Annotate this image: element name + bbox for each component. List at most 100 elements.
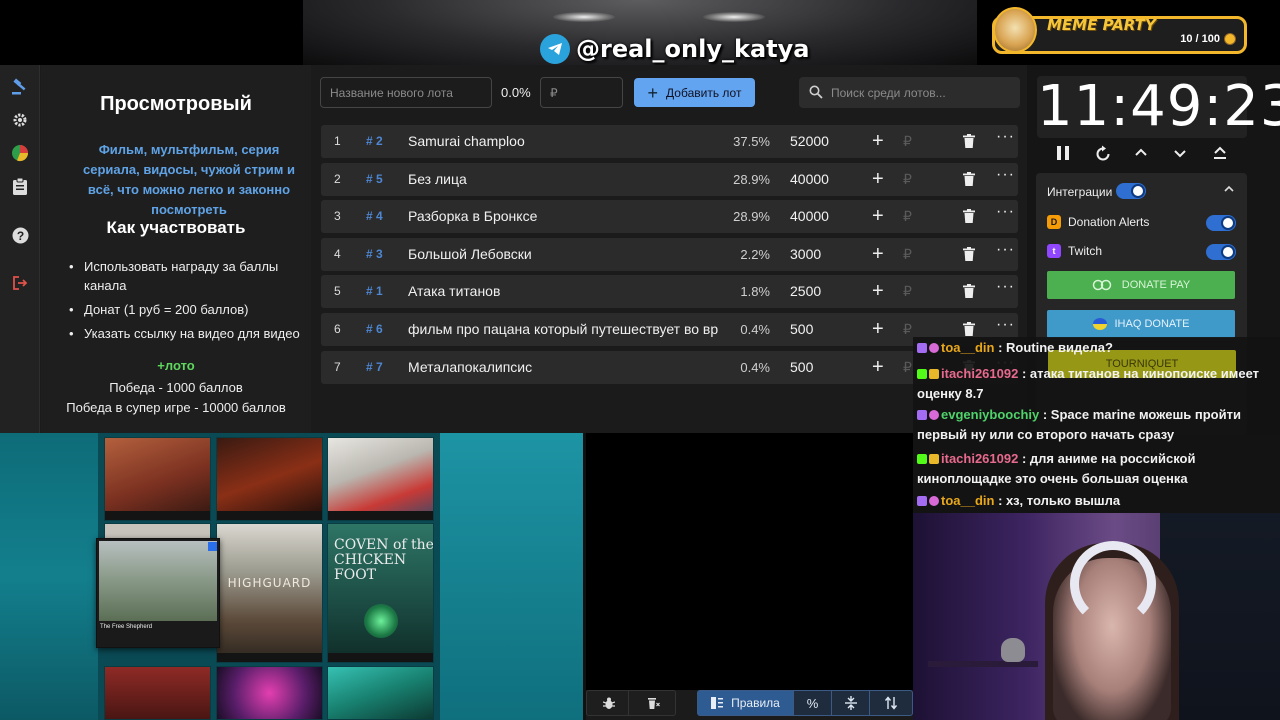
percent-icon[interactable]: % <box>794 691 832 715</box>
add-amount-button[interactable]: + <box>872 130 884 153</box>
game-tile-coven[interactable]: COVEN of the CHICKEN FOOT <box>327 523 434 663</box>
game-tile[interactable] <box>104 437 211 521</box>
cam-shelf <box>928 661 1038 667</box>
chevron-up-icon[interactable] <box>1134 145 1148 167</box>
rules-button[interactable]: Правила <box>698 691 794 715</box>
rub-amount-input[interactable]: ₽ <box>903 208 912 225</box>
help-icon[interactable]: ? <box>10 225 30 245</box>
add-amount-button[interactable]: + <box>872 280 884 303</box>
lot-row[interactable]: 3 # 4 Разборка в Бронксе 28.9% 40000 + ₽ ··· <box>321 200 1018 234</box>
sort-icon[interactable] <box>872 691 910 715</box>
lot-name[interactable]: Атака титанов <box>408 283 721 299</box>
lot-percent: 2.2% <box>740 246 770 262</box>
pie-chart-icon[interactable] <box>10 143 30 163</box>
integrations-toggle[interactable] <box>1116 183 1146 199</box>
lot-id-link[interactable]: # 5 <box>366 172 383 186</box>
lot-name[interactable]: фильм про пацана который путешествует во… <box>408 321 721 337</box>
lot-name[interactable]: Разборка в Бронксе <box>408 208 721 224</box>
rub-amount-input[interactable]: ₽ <box>903 246 912 263</box>
add-amount-button[interactable]: + <box>872 318 884 341</box>
lot-name[interactable]: Большой Лебовски <box>408 246 721 262</box>
lot-position: 3 <box>334 209 341 224</box>
more-options-button[interactable]: ··· <box>996 128 1015 146</box>
lot-row[interactable]: 4 # 3 Большой Лебовски 2.2% 3000 + ₽ ··· <box>321 237 1018 271</box>
rub-amount-input[interactable]: ₽ <box>903 171 912 188</box>
chat-username[interactable]: itachi261092 <box>941 451 1018 466</box>
donatepay-button[interactable]: DONATE PAY <box>1047 271 1235 299</box>
more-options-button[interactable]: ··· <box>996 203 1015 221</box>
close-icon[interactable] <box>208 542 217 551</box>
lot-id-link[interactable]: # 3 <box>366 247 383 261</box>
logout-icon[interactable] <box>10 273 30 293</box>
add-amount-button[interactable]: + <box>872 243 884 266</box>
game-popup-free-shepherd[interactable]: The Free Shepherd <box>96 538 220 648</box>
chevron-up-icon[interactable] <box>1224 183 1234 197</box>
pause-icon[interactable] <box>1056 145 1070 167</box>
chat-username[interactable]: evgeniyboochiy <box>941 407 1039 422</box>
rub-amount-input[interactable]: ₽ <box>903 321 912 338</box>
lot-id-link[interactable]: # 1 <box>366 284 383 298</box>
lot-id-link[interactable]: # 4 <box>366 209 383 223</box>
trash-icon[interactable] <box>963 171 975 186</box>
add-amount-button[interactable]: + <box>872 168 884 191</box>
more-options-button[interactable]: ··· <box>996 166 1015 184</box>
more-options-button[interactable]: ··· <box>996 241 1015 259</box>
search-input[interactable] <box>831 77 1016 108</box>
trash-clear-icon[interactable] <box>633 691 673 715</box>
twitch-badge-icon <box>917 343 927 353</box>
donation-alerts-toggle[interactable] <box>1206 215 1236 231</box>
lot-name[interactable]: Металапокалипсис <box>408 359 721 375</box>
lot-row[interactable]: 1 # 2 Samurai champloo 37.5% 52000 + ₽ ··· <box>321 125 1018 158</box>
gear-icon[interactable] <box>10 110 30 130</box>
trash-icon[interactable] <box>963 134 975 148</box>
new-lot-name-input[interactable] <box>320 77 492 108</box>
double-chevron-up-icon[interactable] <box>1213 145 1227 167</box>
add-amount-button[interactable]: + <box>872 205 884 228</box>
more-options-button[interactable]: ··· <box>996 278 1015 296</box>
rub-amount-input[interactable]: ₽ <box>903 359 912 376</box>
lot-row[interactable]: 2 # 5 Без лица 28.9% 40000 + ₽ ··· <box>321 162 1018 196</box>
gavel-icon[interactable] <box>10 77 30 97</box>
trash-icon[interactable] <box>963 209 975 224</box>
lot-percent: 28.9% <box>733 209 770 225</box>
clipboard-icon[interactable] <box>10 176 30 196</box>
add-lot-button[interactable]: + Добавить лот <box>634 78 755 107</box>
ihaq-donate-button[interactable]: IHAQ DONATE <box>1047 310 1235 338</box>
kick-badge-icon <box>917 369 927 379</box>
rub-amount-input[interactable]: ₽ <box>903 133 912 150</box>
lot-position: 5 <box>334 284 341 299</box>
game-tile[interactable] <box>216 666 323 720</box>
new-lot-amount-input[interactable] <box>540 77 623 108</box>
rub-amount-input[interactable]: ₽ <box>903 283 912 300</box>
lot-search[interactable] <box>799 77 1020 108</box>
lot-row[interactable]: 5 # 1 Атака титанов 1.8% 2500 + ₽ ··· <box>321 275 1018 309</box>
chevron-down-icon[interactable] <box>1173 145 1187 167</box>
banner-eye-right <box>703 12 765 22</box>
lot-id-link[interactable]: # 2 <box>366 134 383 148</box>
trash-icon[interactable] <box>963 246 975 261</box>
add-amount-button[interactable]: + <box>872 356 884 379</box>
trash-icon[interactable] <box>963 284 975 299</box>
lot-name[interactable]: Без лица <box>408 171 721 187</box>
trash-icon[interactable] <box>963 322 975 336</box>
chat-username[interactable]: toa__din <box>941 340 994 355</box>
game-tile[interactable] <box>327 437 434 521</box>
lot-name[interactable]: Samurai champloo <box>408 133 721 149</box>
chat-message: evgeniyboochiy : Space marine можешь про… <box>917 405 1277 445</box>
lot-id-link[interactable]: # 7 <box>366 360 383 374</box>
chat-username[interactable]: itachi261092 <box>941 366 1018 381</box>
twitch-toggle[interactable] <box>1206 244 1236 260</box>
compress-icon[interactable] <box>832 691 870 715</box>
bug-icon[interactable] <box>589 691 629 715</box>
lot-id-link[interactable]: # 6 <box>366 322 383 336</box>
loto-label: +лото <box>157 358 195 373</box>
game-tile[interactable] <box>327 666 434 720</box>
reset-icon[interactable] <box>1094 145 1112 169</box>
chat-username[interactable]: toa__din <box>941 493 994 508</box>
game-tile[interactable] <box>104 666 211 720</box>
ihaq-icon <box>1092 318 1107 330</box>
more-options-button[interactable]: ··· <box>996 316 1015 334</box>
game-tile-highguard[interactable]: HIGHGUARD <box>216 523 323 663</box>
game-tile[interactable] <box>216 437 323 521</box>
telegram-icon <box>540 34 570 64</box>
